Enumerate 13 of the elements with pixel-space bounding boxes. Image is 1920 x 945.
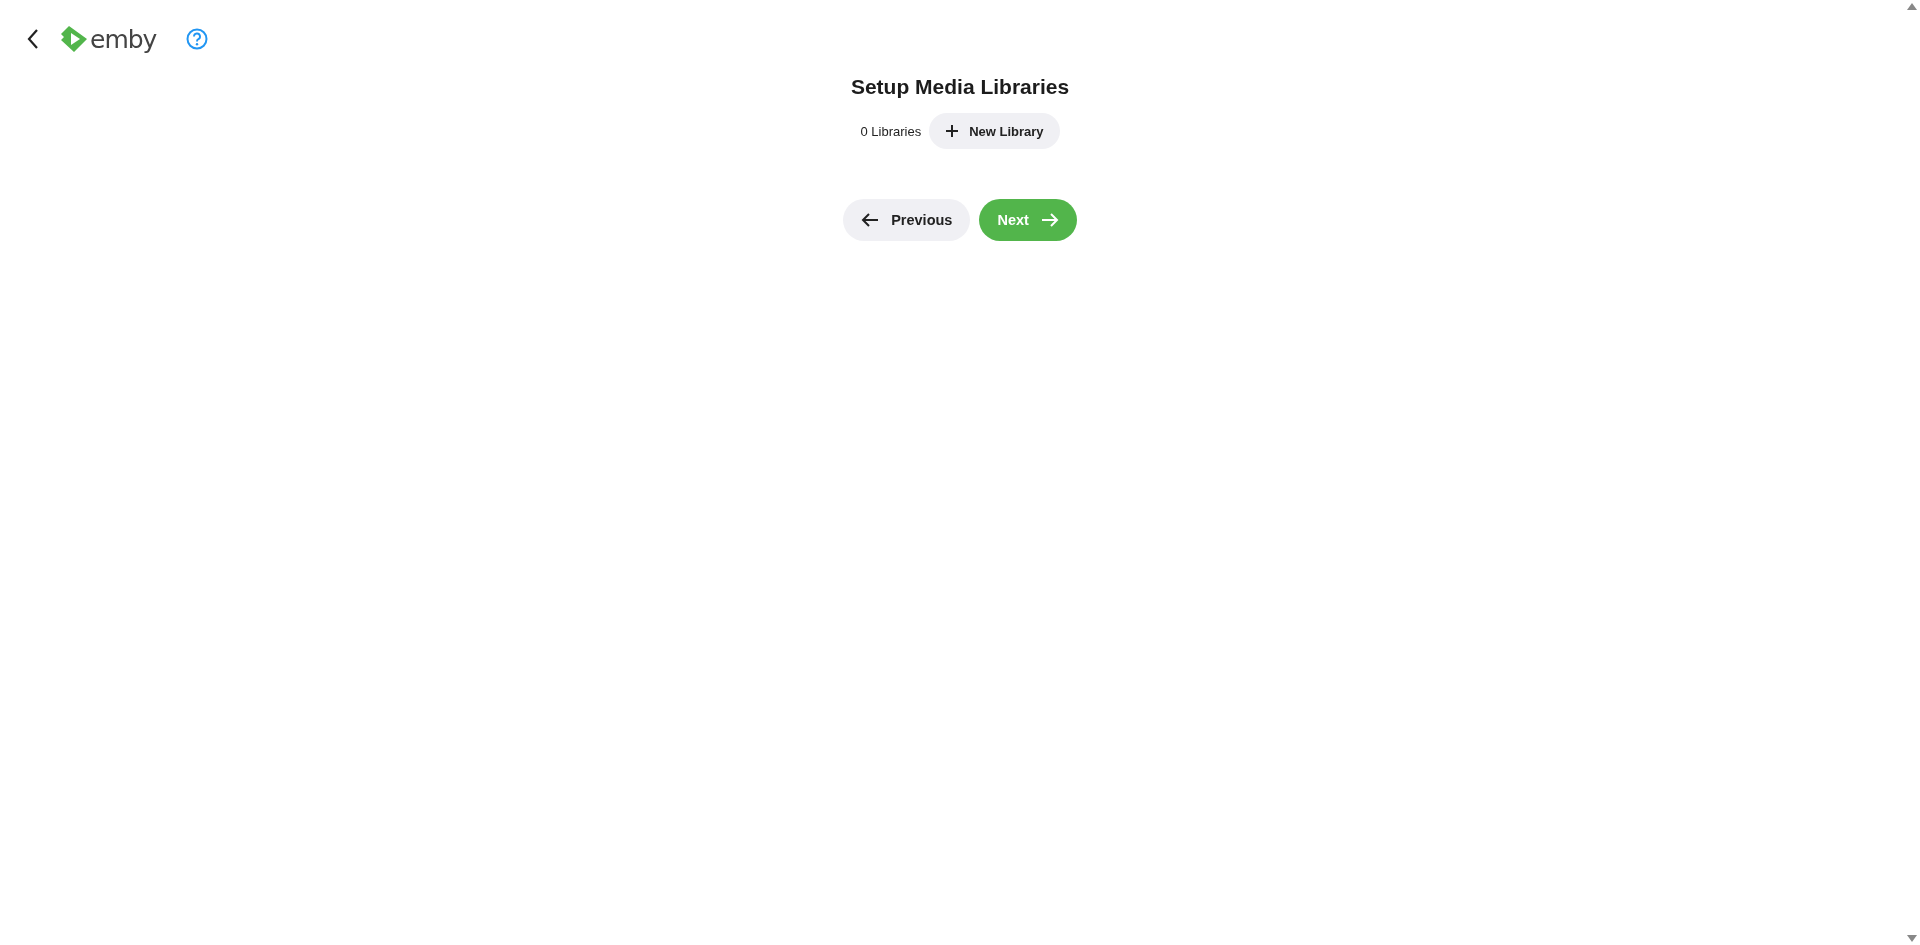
scroll-up-icon[interactable]: [1907, 3, 1917, 10]
logo-icon: [60, 25, 88, 53]
previous-button[interactable]: Previous: [843, 199, 971, 241]
back-icon: [26, 28, 40, 50]
plus-icon: [945, 124, 960, 138]
help-icon: [186, 28, 209, 50]
library-count: 0 Libraries: [860, 123, 922, 139]
scroll-down-icon[interactable]: [1907, 935, 1917, 942]
logo-text: emby: [90, 24, 157, 54]
arrow-left-icon: [861, 212, 880, 228]
arrow-right-icon: [1040, 212, 1059, 228]
page-title: Setup Media Libraries: [850, 75, 1070, 100]
new-library-button[interactable]: New Library: [929, 113, 1060, 149]
